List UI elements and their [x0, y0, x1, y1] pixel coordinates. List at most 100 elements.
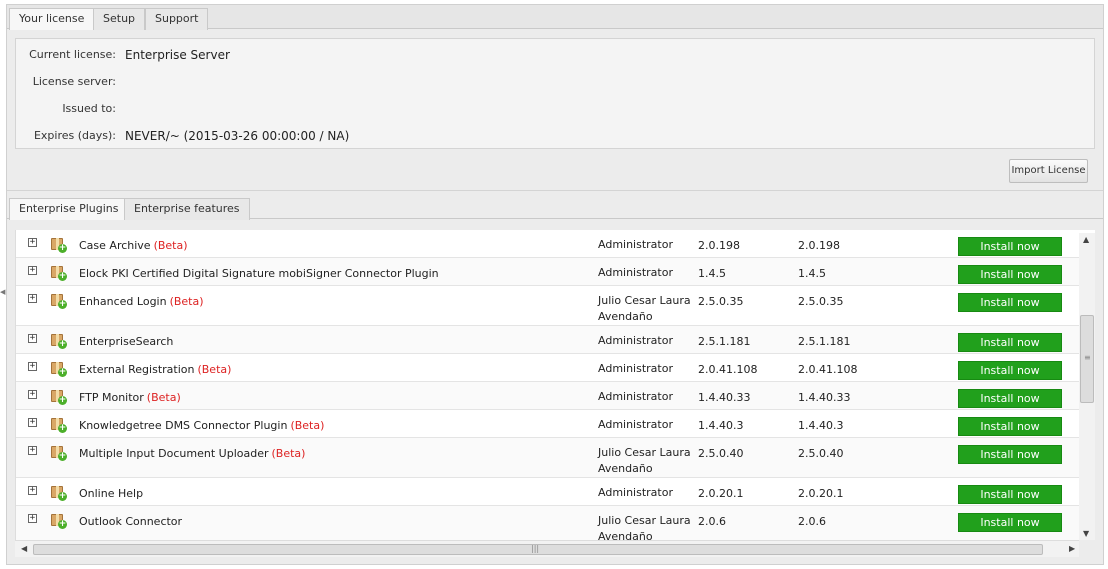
plugin-name-text: Case Archive [79, 239, 151, 252]
plugin-name: FTP Monitor (Beta) [79, 391, 181, 404]
plugin-row: + + Online Help Administrator 2.0.20.1 2.0.20… [16, 478, 1082, 506]
installed-version: 2.5.0.35 [698, 295, 744, 308]
plugin-name: Enhanced Login (Beta) [79, 295, 204, 308]
expand-row-icon[interactable]: + [28, 514, 37, 523]
plugin-package-icon: + [51, 237, 67, 253]
tab-support[interactable]: Support [145, 8, 209, 30]
install-now-button[interactable]: Install now [958, 445, 1062, 464]
beta-badge: (Beta) [290, 419, 325, 432]
install-now-button[interactable]: Install now [958, 293, 1062, 312]
plugin-name: Multiple Input Document Uploader (Beta) [79, 447, 305, 460]
plugin-package-icon: + [51, 417, 67, 433]
plugin-name: Case Archive (Beta) [79, 239, 188, 252]
tab-enterprise-plugins[interactable]: Enterprise Plugins [9, 198, 129, 220]
install-now-button[interactable]: Install now [958, 237, 1062, 256]
plugin-author: Administrator [598, 485, 673, 501]
issued-to-row: Issued to: [16, 102, 1094, 118]
install-now-button[interactable]: Install now [958, 485, 1062, 504]
plugin-package-icon: + [51, 361, 67, 377]
beta-badge: (Beta) [146, 391, 181, 404]
import-license-button[interactable]: Import License [1009, 159, 1088, 183]
install-now-button[interactable]: Install now [958, 361, 1062, 380]
current-license-value: Enterprise Server [125, 48, 230, 62]
collapse-left-icon[interactable]: ◀ [0, 288, 5, 296]
scroll-down-icon[interactable]: ▼ [1083, 529, 1089, 538]
available-version: 2.0.41.108 [798, 363, 858, 376]
plugin-row: + + Elock PKI Certified Digital Signature … [16, 258, 1082, 286]
installed-version: 1.4.40.3 [698, 419, 744, 432]
plugin-author-line: Administrator [598, 238, 673, 251]
horizontal-scrollbar[interactable]: ◀ ||| ▶ [15, 540, 1079, 557]
plugin-author: Administrator [598, 333, 673, 349]
expand-row-icon[interactable]: + [28, 362, 37, 371]
plugin-name-text: Outlook Connector [79, 515, 183, 528]
plugin-author-line: Avendaño [598, 530, 653, 540]
scroll-up-icon[interactable]: ▲ [1083, 235, 1089, 244]
available-version: 2.0.198 [798, 239, 840, 252]
tab-setup[interactable]: Setup [93, 8, 146, 30]
plugin-package-icon: + [51, 445, 67, 461]
plugin-author-line: Administrator [598, 390, 673, 403]
plugin-package-icon: + [51, 293, 67, 309]
expand-row-icon[interactable]: + [28, 266, 37, 275]
expires-label: Expires (days): [33, 129, 116, 142]
beta-badge: (Beta) [169, 295, 204, 308]
tab-enterprise-features[interactable]: Enterprise features [124, 198, 250, 220]
installed-version: 2.0.41.108 [698, 363, 758, 376]
available-version: 2.0.20.1 [798, 487, 844, 500]
license-window: Your license Setup Support Current licen… [6, 4, 1104, 565]
expand-row-icon[interactable]: + [28, 294, 37, 303]
expand-row-icon[interactable]: + [28, 390, 37, 399]
tab-your-license[interactable]: Your license [9, 8, 95, 30]
expand-row-icon[interactable]: + [28, 446, 37, 455]
installed-version: 2.5.1.181 [698, 335, 751, 348]
install-now-button[interactable]: Install now [958, 513, 1062, 532]
plugin-name-text: Knowledgetree DMS Connector Plugin [79, 419, 288, 432]
available-version: 2.5.1.181 [798, 335, 851, 348]
plugin-row: + + Knowledgetree DMS Connector Plugin (Bet… [16, 410, 1082, 438]
vertical-scroll-thumb[interactable]: ≡ [1080, 315, 1094, 403]
beta-badge: (Beta) [153, 239, 188, 252]
horizontal-scroll-thumb[interactable]: ||| [33, 544, 1043, 555]
plugin-row: + + External Registration (Beta) Administrat… [16, 354, 1082, 382]
plugin-package-icon: + [51, 333, 67, 349]
expires-row: Expires (days): NEVER/~ (2015-03-26 00:0… [16, 129, 1094, 145]
scroll-left-icon[interactable]: ◀ [21, 544, 27, 553]
plugin-author: Julio Cesar Laura Avendaño [598, 293, 691, 325]
plugin-row: + + EnterpriseSearch Administrator 2.5.1.181… [16, 326, 1082, 354]
plugin-row: + + Outlook Connector Julio Cesar Laura Aven… [16, 506, 1082, 540]
expand-row-icon[interactable]: + [28, 238, 37, 247]
plugin-name-text: External Registration [79, 363, 195, 376]
install-now-button[interactable]: Install now [958, 265, 1062, 284]
plugin-name: Outlook Connector [79, 515, 182, 528]
plugin-author: Julio Cesar Laura Avendaño [598, 445, 691, 477]
scroll-right-icon[interactable]: ▶ [1069, 544, 1075, 553]
installed-version: 2.0.198 [698, 239, 740, 252]
plugin-package-icon: + [51, 485, 67, 501]
expand-row-icon[interactable]: + [28, 486, 37, 495]
vertical-scrollbar[interactable]: ▲ ≡ ▼ [1079, 233, 1095, 540]
plugin-author-line: Avendaño [598, 462, 653, 475]
plugin-name-text: Multiple Input Document Uploader [79, 447, 269, 460]
top-tab-bar: Your license Setup Support [7, 5, 1103, 30]
issued-to-label: Issued to: [62, 102, 116, 115]
plugin-name-text: Online Help [79, 487, 144, 500]
plugin-author-line: Avendaño [598, 310, 653, 323]
install-now-button[interactable]: Install now [958, 389, 1062, 408]
available-version: 1.4.5 [798, 267, 826, 280]
plugin-author: Administrator [598, 389, 673, 405]
plugin-name-text: Enhanced Login [79, 295, 167, 308]
plugin-name-text: Elock PKI Certified Digital Signature mo… [79, 267, 439, 280]
available-version: 2.5.0.40 [798, 447, 844, 460]
expand-row-icon[interactable]: + [28, 334, 37, 343]
install-now-button[interactable]: Install now [958, 417, 1062, 436]
beta-badge: (Beta) [197, 363, 232, 376]
install-now-button[interactable]: Install now [958, 333, 1062, 352]
plugin-author: Administrator [598, 265, 673, 281]
plugin-author-line: Julio Cesar Laura [598, 446, 691, 459]
section-divider [7, 190, 1103, 191]
grip-icon: ≡ [1084, 353, 1091, 362]
plugin-row: + + FTP Monitor (Beta) Administrator 1.4.40.3… [16, 382, 1082, 410]
current-license-label: Current license: [29, 48, 116, 61]
expand-row-icon[interactable]: + [28, 418, 37, 427]
